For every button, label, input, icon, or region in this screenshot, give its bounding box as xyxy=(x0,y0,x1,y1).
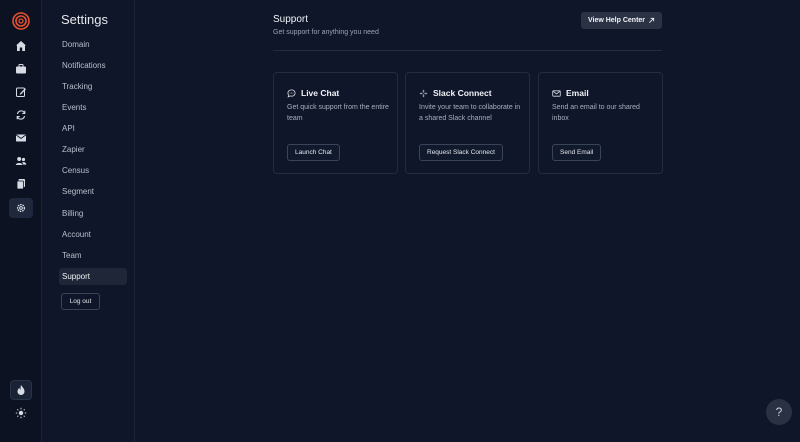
rail-theme-button[interactable] xyxy=(9,403,33,423)
chat-icon xyxy=(287,88,296,98)
rail-briefcase-button[interactable] xyxy=(9,59,33,79)
refresh-icon xyxy=(16,110,26,120)
rail-documents-button[interactable] xyxy=(9,174,33,194)
flame-icon xyxy=(17,385,25,395)
card-title-row: Live Chat xyxy=(287,88,339,98)
home-icon xyxy=(16,41,26,51)
card-title: Live Chat xyxy=(301,88,340,98)
card-title: Slack Connect xyxy=(433,88,492,98)
icon-rail xyxy=(0,0,42,442)
request-slack-connect-button[interactable]: Request Slack Connect xyxy=(419,144,503,161)
send-email-button[interactable]: Send Email xyxy=(552,144,602,161)
card-title-row: Slack Connect xyxy=(419,88,492,98)
sidebar-item-domain[interactable]: Domain xyxy=(59,36,127,53)
briefcase-icon xyxy=(16,64,26,74)
sidebar-item-zapier[interactable]: Zapier xyxy=(59,141,127,158)
sidebar-item-team[interactable]: Team xyxy=(59,247,127,264)
header-divider xyxy=(273,50,662,51)
documents-icon xyxy=(16,179,25,190)
rail-flame-button[interactable] xyxy=(10,380,32,400)
card-description: Invite your team to collaborate in a sha… xyxy=(419,104,521,122)
page-subtitle: Get support for anything you need xyxy=(273,29,379,36)
rail-settings-button[interactable] xyxy=(9,198,33,218)
sidebar-item-support[interactable]: Support xyxy=(59,268,127,285)
sun-icon xyxy=(15,407,27,419)
sidebar-item-segment[interactable]: Segment xyxy=(59,183,127,200)
sidebar-item-account[interactable]: Account xyxy=(59,226,127,243)
logout-button[interactable]: Log out xyxy=(61,293,100,310)
users-icon xyxy=(15,157,27,165)
view-help-center-button[interactable]: View Help Center xyxy=(581,12,662,29)
support-card-live-chat: Live Chat Get quick support from the ent… xyxy=(273,72,398,174)
mail-icon xyxy=(552,89,561,97)
slack-icon xyxy=(419,89,428,97)
rail-edit-button[interactable] xyxy=(9,82,33,102)
settings-sidebar: Settings Domain Notifications Tracking E… xyxy=(42,0,135,442)
card-description: Send an email to our shared inbox xyxy=(552,104,640,122)
sidebar-item-notifications[interactable]: Notifications xyxy=(59,57,127,74)
sidebar-item-census[interactable]: Census xyxy=(59,162,127,179)
logo-icon[interactable] xyxy=(11,11,31,31)
sidebar-item-events[interactable]: Events xyxy=(59,99,127,116)
card-title-row: Email xyxy=(552,88,589,98)
sidebar-title: Settings xyxy=(61,12,108,27)
card-title: Email xyxy=(566,88,589,98)
mail-icon xyxy=(16,134,26,142)
launch-chat-button[interactable]: Launch Chat xyxy=(287,144,340,161)
sidebar-item-api[interactable]: API xyxy=(59,120,127,137)
edit-icon xyxy=(16,87,26,97)
support-card-email: Email Send an email to our shared inbox … xyxy=(538,72,663,174)
sidebar-item-billing[interactable]: Billing xyxy=(59,205,127,222)
card-description: Get quick support from the entire team xyxy=(287,104,389,122)
help-fab-button[interactable]: ? xyxy=(766,399,792,425)
external-link-icon xyxy=(649,17,655,23)
rail-refresh-button[interactable] xyxy=(9,105,33,125)
sidebar-item-tracking[interactable]: Tracking xyxy=(59,78,127,95)
rail-mail-button[interactable] xyxy=(9,128,33,148)
page-title: Support xyxy=(273,14,309,25)
help-center-label: View Help Center xyxy=(587,17,646,24)
support-card-slack-connect: Slack Connect Invite your team to collab… xyxy=(405,72,530,174)
rail-users-button[interactable] xyxy=(9,151,33,171)
rail-home-button[interactable] xyxy=(9,36,33,56)
settings-icon xyxy=(16,203,26,213)
